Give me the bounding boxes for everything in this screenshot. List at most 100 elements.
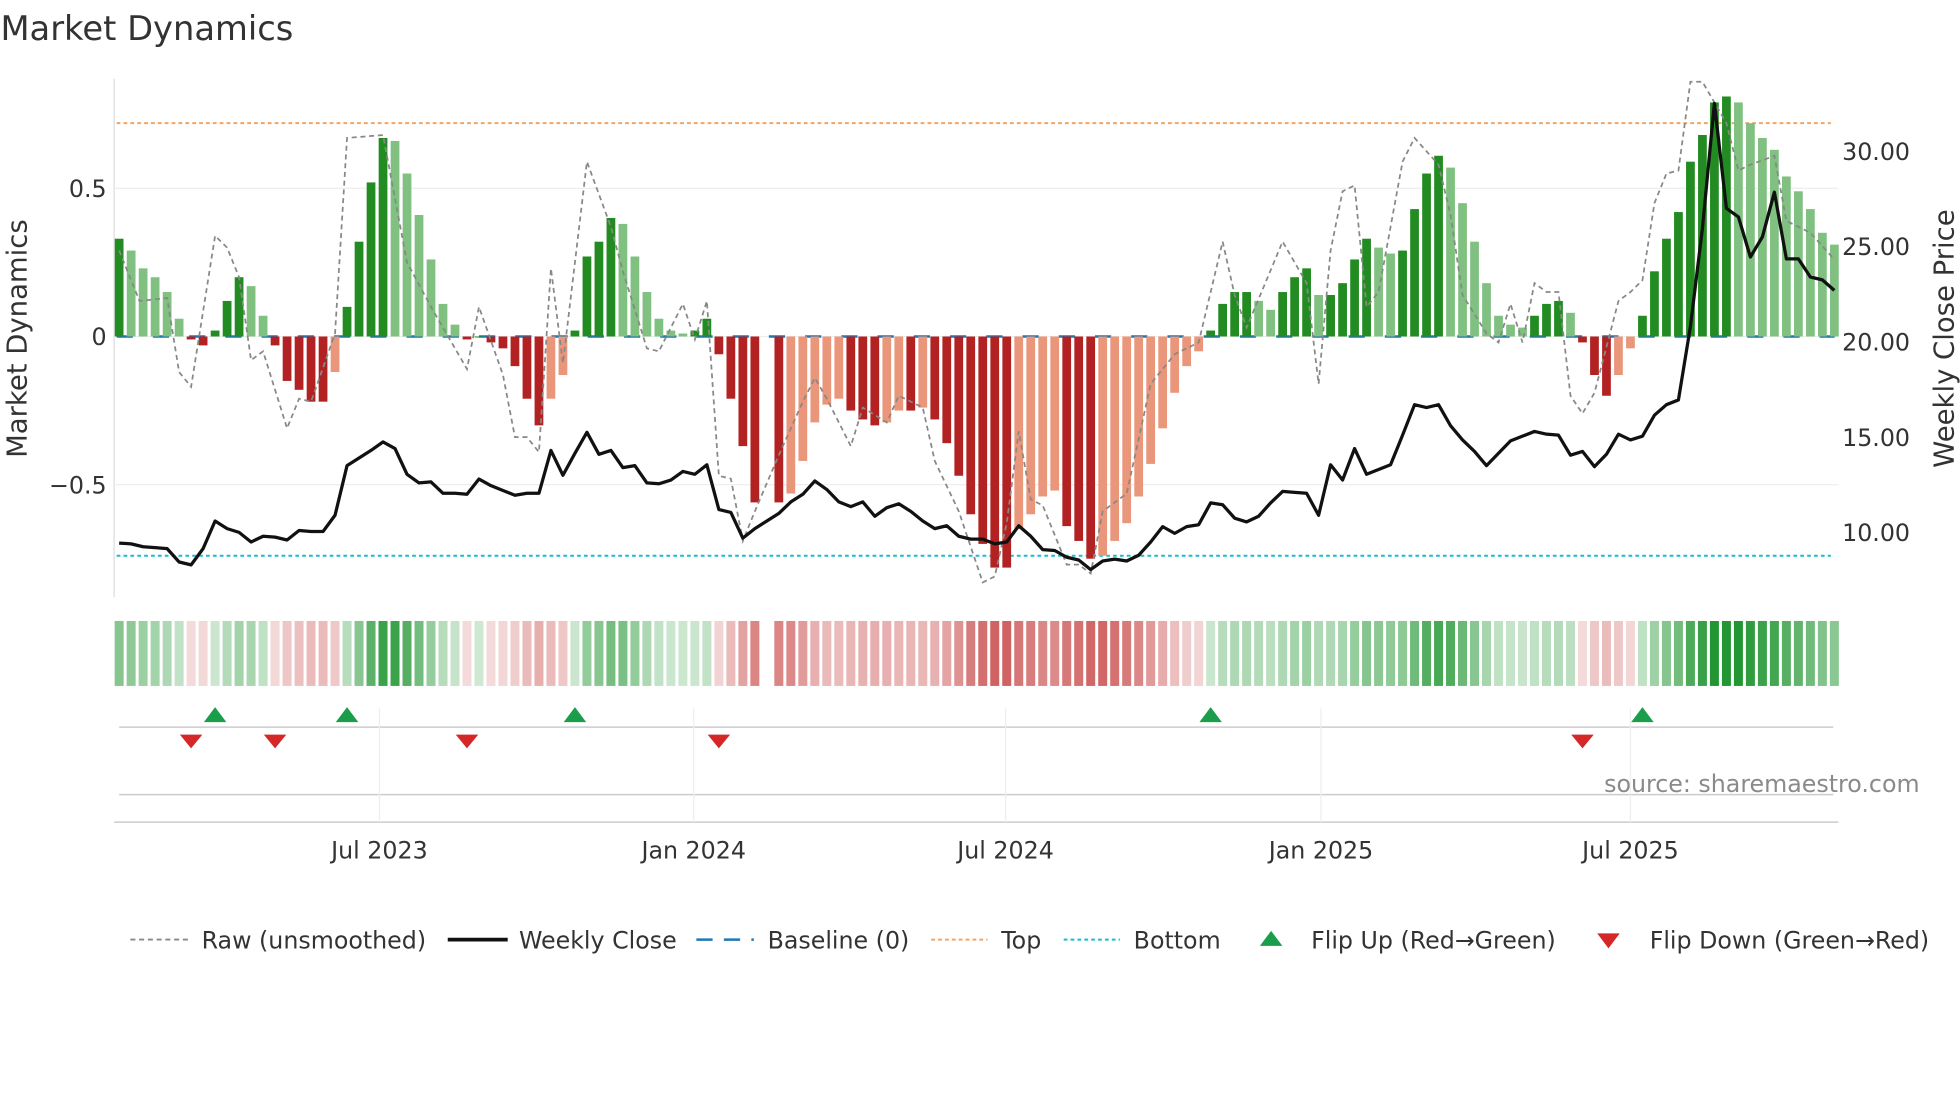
strip-cell	[246, 620, 256, 686]
strip-cell	[1649, 620, 1659, 686]
strip-cell	[174, 620, 184, 686]
strip-cell	[318, 620, 328, 686]
strip-cell	[666, 620, 676, 686]
strip-cell	[1817, 620, 1827, 686]
strip-cell	[498, 620, 508, 686]
dynamics-bar	[234, 277, 244, 337]
strip-cell	[546, 620, 556, 686]
strip-cell	[1745, 620, 1755, 686]
market-dynamics-chart: Market Dynamics 0.5 0 −0.5 30.00 25.00 20.00…	[0, 9, 1960, 954]
flip-up-marker	[203, 707, 227, 723]
strip-cell	[714, 620, 724, 686]
dynamics-bar	[1074, 336, 1084, 541]
dynamics-bar	[942, 336, 952, 444]
strip-cell	[810, 620, 820, 686]
strip-cell	[1565, 620, 1575, 686]
dynamics-bar	[1770, 149, 1779, 337]
dynamics-bar	[1590, 336, 1599, 376]
strip-cell	[642, 620, 652, 686]
right-tick-label: 25.00	[1842, 233, 1910, 261]
strip-cell	[1637, 620, 1647, 686]
x-gridlines	[378, 708, 1632, 823]
left-tick-label: 0	[92, 323, 107, 351]
dynamics-bar	[294, 336, 304, 390]
strip-cell	[882, 620, 892, 686]
strip-cell	[1218, 620, 1228, 686]
strip-cell	[378, 620, 388, 686]
flip-up-marker	[563, 707, 587, 723]
flip-down-marker	[179, 734, 203, 749]
strip-cell	[1266, 620, 1276, 686]
dynamics-bar	[1470, 241, 1479, 337]
dynamics-bar	[114, 238, 124, 337]
x-tick-label: Jan 2025	[1267, 836, 1373, 864]
dynamics-bar	[978, 336, 988, 544]
legend-flip-up-icon	[1259, 930, 1283, 946]
dynamics-bar	[1362, 238, 1371, 337]
strip-cell	[594, 620, 604, 686]
dynamics-bar	[1542, 303, 1551, 337]
strip-cell	[534, 620, 544, 686]
strip-cell	[774, 620, 784, 686]
strip-cell	[858, 620, 868, 686]
strip-cell	[1146, 620, 1156, 686]
dynamics-bar	[198, 336, 208, 346]
dynamics-bar	[1314, 295, 1323, 337]
strip-cell	[1673, 620, 1683, 686]
strip-cell	[330, 620, 340, 686]
strip-cell	[918, 620, 928, 686]
dynamics-bar	[1086, 336, 1096, 559]
strip-cell	[690, 620, 700, 686]
strip-cell	[162, 620, 172, 686]
strip-cell	[1326, 620, 1336, 686]
dynamics-bar	[714, 336, 724, 355]
strip-cell	[702, 620, 712, 686]
dynamics-bar	[1302, 268, 1311, 337]
dynamics-bar	[126, 250, 136, 337]
strip-cell	[1446, 620, 1456, 686]
strip-cell	[1506, 620, 1516, 686]
left-axis-ticks: 0.5 0 −0.5	[49, 175, 107, 499]
strip-cell	[1410, 620, 1420, 686]
dynamics-bar	[1662, 238, 1671, 337]
strip-cell	[1158, 620, 1168, 686]
strip-cell	[942, 620, 952, 686]
dynamics-bar	[462, 336, 472, 340]
raw-unsmoothed-line	[118, 80, 1836, 584]
dynamics-bar	[150, 277, 160, 337]
strip-cell	[1254, 620, 1264, 686]
strip-cell	[342, 620, 352, 686]
dynamics-bar	[918, 336, 928, 408]
strip-cell	[1757, 620, 1767, 686]
dynamics-bar	[630, 256, 640, 337]
strip-cell	[1769, 620, 1779, 686]
dynamics-bar	[1674, 212, 1683, 337]
dynamics-bar	[594, 241, 604, 337]
legend-flip-down-icon	[1597, 933, 1620, 949]
dynamics-bar	[642, 292, 652, 337]
flip-down-marker	[455, 734, 479, 749]
strip-cell	[1122, 620, 1132, 686]
strip-cell	[1577, 620, 1587, 686]
strip-cell	[1398, 620, 1408, 686]
strip-cell	[822, 620, 832, 686]
strip-cell	[1050, 620, 1060, 686]
dynamics-bar	[570, 330, 580, 337]
strip-cell	[954, 620, 964, 686]
dynamics-bar	[1374, 247, 1383, 337]
dynamics-bar	[582, 256, 592, 337]
strip-cell	[1553, 620, 1563, 686]
strip-cell	[1014, 620, 1024, 686]
dynamics-bar	[1170, 336, 1180, 393]
dynamics-bar	[1638, 315, 1647, 337]
strip-cell	[786, 620, 796, 686]
dynamics-bar	[510, 336, 520, 367]
strip-cell	[834, 620, 844, 686]
strip-cell	[1613, 620, 1623, 686]
dynamics-bar	[1326, 295, 1335, 337]
strip-cell	[1601, 620, 1611, 686]
strip-cell	[1625, 620, 1635, 686]
dynamics-bar	[1398, 250, 1407, 337]
strip-cell	[654, 620, 664, 686]
strip-cell	[1350, 620, 1360, 686]
